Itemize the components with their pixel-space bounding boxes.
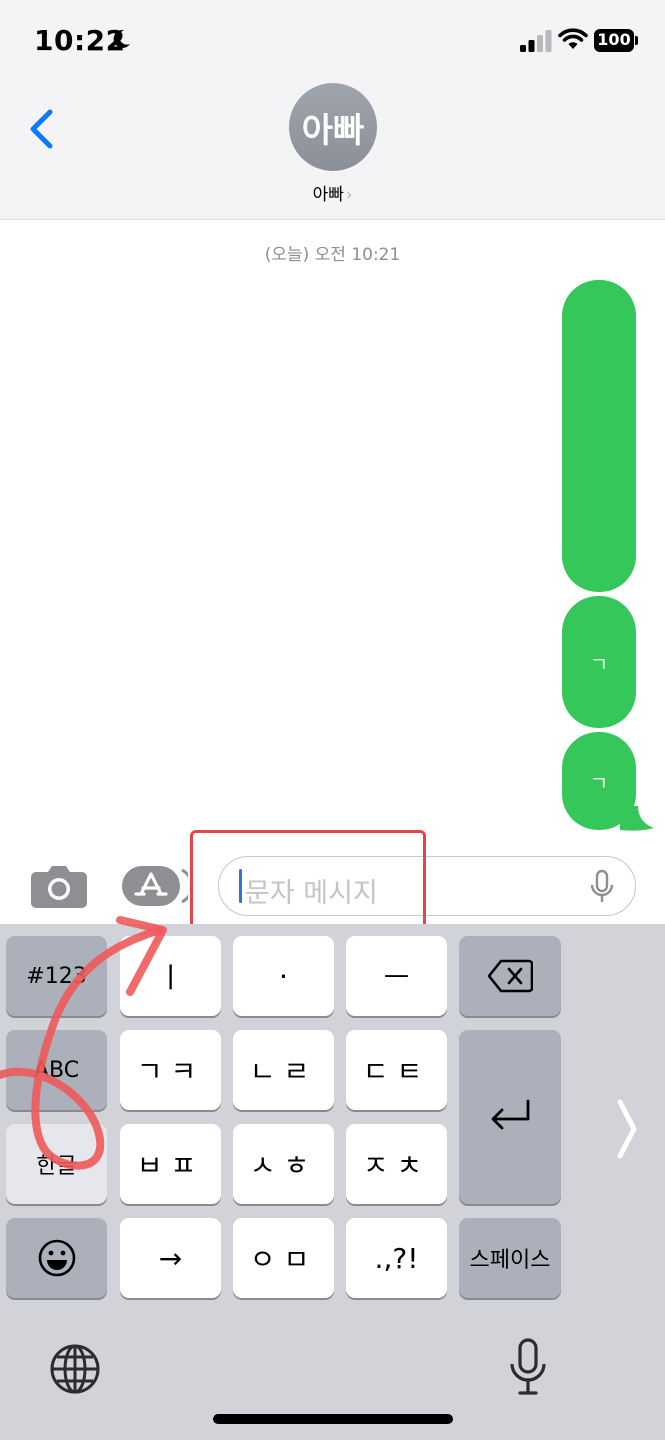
wifi-icon (558, 28, 588, 49)
home-indicator (213, 1414, 453, 1424)
chevron-right-icon[interactable] (614, 1094, 640, 1164)
bubble-tail (620, 806, 654, 831)
key-label: 한글 (36, 1154, 77, 1179)
key-label: · (279, 959, 288, 993)
key-abc[interactable]: ABC (6, 1030, 107, 1110)
contact-name: 아빠 (312, 185, 344, 205)
key-label: ㄱㅋ (136, 1055, 205, 1088)
key-numbers[interactable]: #123 (6, 936, 107, 1016)
key-label: .,?! (374, 1241, 419, 1275)
key-vowel-dot[interactable]: · (233, 936, 334, 1016)
key-digeut-tieut[interactable]: ㄷㅌ (346, 1030, 447, 1110)
key-siot-hieut[interactable]: ㅅㅎ (233, 1124, 334, 1204)
key-vowel-i[interactable]: ㅣ (120, 936, 221, 1016)
mic-icon[interactable] (589, 869, 615, 905)
battery-level: 100 (597, 30, 631, 49)
key-hangul[interactable]: 한글 (6, 1124, 107, 1204)
key-bieup-pieup[interactable]: ㅂㅍ (120, 1124, 221, 1204)
key-jieut-chieut[interactable]: ㅈㅊ (346, 1124, 447, 1204)
contact-avatar[interactable]: 아빠 (289, 83, 377, 171)
key-label: ㅈㅊ (362, 1149, 431, 1182)
message-timestamp: (오늘) 오전 10:21 (264, 245, 401, 265)
message-bubble[interactable]: ㄱ (562, 596, 636, 728)
key-giyeok-kieuk[interactable]: ㄱㅋ (120, 1030, 221, 1110)
delete-key[interactable] (459, 936, 561, 1016)
app-store-icon (122, 866, 194, 906)
signal-icon (520, 30, 552, 52)
globe-icon[interactable] (48, 1342, 102, 1396)
key-label: ㅣ (157, 961, 184, 994)
back-button[interactable] (22, 104, 62, 154)
message-bubble[interactable] (562, 280, 636, 592)
return-key[interactable] (459, 1030, 561, 1204)
mic-icon[interactable] (508, 1338, 548, 1396)
key-label: #123 (26, 963, 87, 989)
camera-icon[interactable] (30, 864, 88, 908)
status-bar: 10:22 100 (0, 0, 665, 80)
key-label: ㅡ (383, 961, 410, 994)
emoji-icon (38, 1239, 75, 1277)
battery-indicator: 100 (594, 29, 638, 52)
conversation-header: 아빠 아빠 › (0, 80, 665, 220)
key-label: ㄴㄹ (249, 1055, 318, 1088)
return-icon (491, 1099, 530, 1130)
moon-icon (113, 29, 130, 48)
key-label: → (158, 1241, 183, 1275)
delete-icon (487, 959, 533, 993)
key-label: ㅇㅁ (249, 1243, 318, 1276)
space-key[interactable]: 스페이스 (459, 1218, 561, 1298)
key-nieun-rieul[interactable]: ㄴㄹ (233, 1030, 334, 1110)
app-store-button[interactable] (122, 864, 194, 908)
key-arrow-right[interactable]: → (120, 1218, 221, 1298)
key-label: ㅅㅎ (249, 1149, 318, 1182)
key-ieung-mieum[interactable]: ㅇㅁ (233, 1218, 334, 1298)
key-vowel-eu[interactable]: ㅡ (346, 936, 447, 1016)
avatar-initials: 아빠 (301, 110, 365, 151)
key-label: ㅂㅍ (136, 1149, 205, 1182)
key-label: ㄷㅌ (362, 1055, 431, 1088)
message-text: ㄱ (589, 651, 609, 676)
key-label: 스페이스 (469, 1248, 551, 1273)
key-label: ABC (33, 1057, 80, 1083)
chevron-right-icon: › (345, 185, 353, 204)
contact-name-button[interactable]: 아빠 › (0, 180, 665, 205)
message-text: ㄱ (589, 770, 609, 795)
key-punctuation[interactable]: .,?! (346, 1218, 447, 1298)
emoji-key[interactable] (6, 1218, 107, 1298)
